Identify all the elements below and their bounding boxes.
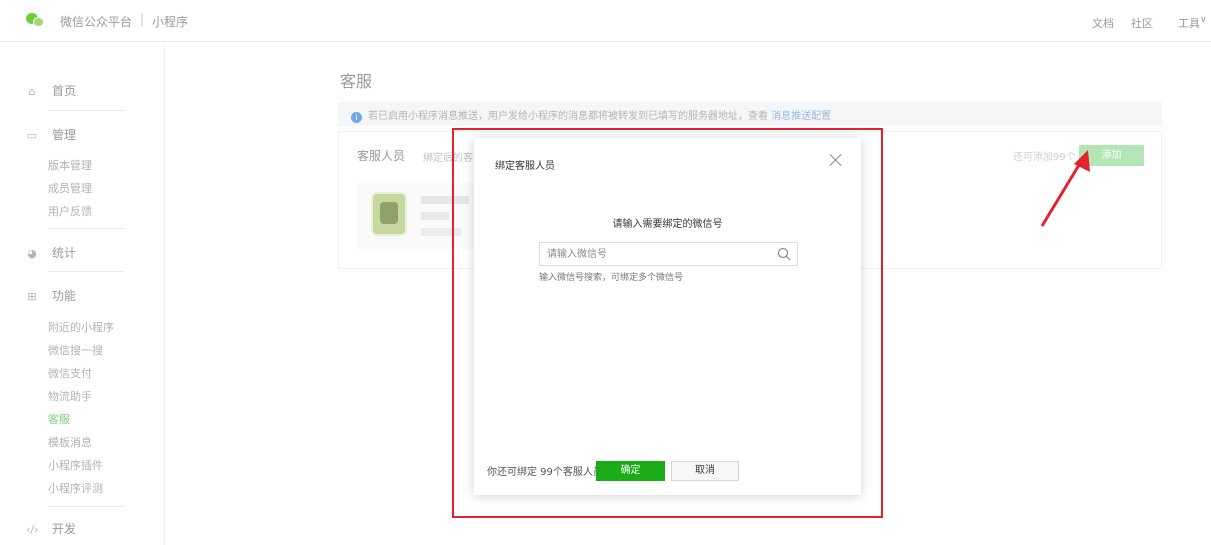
sidebar-item-plugins[interactable]: 小程序插件 bbox=[48, 457, 103, 473]
community-link[interactable]: 社区 bbox=[1131, 15, 1153, 31]
notice-bar: i 若已启用小程序消息推送，用户发给小程序的消息都将被转发到已填写的服务器地址，查… bbox=[338, 102, 1162, 126]
sidebar-item-manage[interactable]: ▭ 管理 bbox=[26, 126, 76, 143]
sidebar-item-logistics[interactable]: 物流助手 bbox=[48, 388, 92, 404]
push-config-link[interactable]: 消息推送配置 bbox=[771, 111, 831, 122]
product-name: 小程序 bbox=[152, 15, 189, 29]
home-icon: ⌂ bbox=[28, 85, 36, 98]
search-icon[interactable] bbox=[777, 247, 791, 261]
confirm-button[interactable]: 确定 bbox=[596, 461, 665, 481]
sidebar-item-feedback[interactable]: 用户反馈 bbox=[48, 203, 92, 219]
bind-service-dialog: 绑定客服人员 请输入需要绑定的微信号 输入微信号搜索，可绑定多个微信号 你还可绑… bbox=[474, 138, 861, 495]
wechat-id-search bbox=[539, 242, 798, 266]
sidebar-item-search[interactable]: 微信搜一搜 bbox=[48, 342, 103, 358]
sidebar-item-home[interactable]: ⌂ 首页 bbox=[26, 82, 77, 99]
divider bbox=[48, 271, 124, 272]
sidebar-item-dev[interactable]: ‹/› 开发 bbox=[26, 520, 76, 537]
grid-icon: ⊞ bbox=[27, 290, 37, 303]
chevron-down-icon[interactable]: ∨ bbox=[1200, 15, 1207, 25]
cancel-button[interactable]: 取消 bbox=[671, 461, 739, 481]
tools-menu[interactable]: 工具 bbox=[1178, 15, 1200, 31]
sidebar-item-stats[interactable]: ◕ 统计 bbox=[26, 244, 76, 261]
notice-text: 若已启用小程序消息推送，用户发给小程序的消息都将被转发到已填写的服务器地址，查看 bbox=[368, 111, 768, 122]
info-icon: i bbox=[351, 112, 362, 123]
brand-title[interactable]: 微信公众平台 bbox=[60, 13, 132, 30]
sidebar-item-version[interactable]: 版本管理 bbox=[48, 157, 92, 173]
close-icon[interactable] bbox=[828, 152, 844, 168]
page-title: 客服 bbox=[340, 72, 373, 91]
brand-separator: | bbox=[140, 12, 145, 26]
pie-chart-icon: ◕ bbox=[27, 247, 37, 260]
divider bbox=[48, 228, 124, 229]
wechat-id-input[interactable] bbox=[540, 243, 768, 265]
sidebar-item-template-msg[interactable]: 模板消息 bbox=[48, 434, 92, 450]
dialog-prompt: 请输入需要绑定的微信号 bbox=[612, 219, 723, 230]
wechat-logo-icon bbox=[26, 11, 44, 29]
sidebar-item-members[interactable]: 成员管理 bbox=[48, 180, 92, 196]
divider bbox=[48, 506, 124, 507]
code-icon: ‹/› bbox=[26, 523, 39, 536]
section-title: 客服人员 bbox=[357, 149, 406, 163]
sidebar-item-features[interactable]: ⊞ 功能 bbox=[26, 287, 76, 304]
sidebar-item-pay[interactable]: 微信支付 bbox=[48, 365, 92, 381]
sidebar-item-customer-service[interactable]: 客服 bbox=[48, 411, 70, 427]
annotation-arrow-icon bbox=[1040, 150, 1090, 227]
sidebar-item-review[interactable]: 小程序评测 bbox=[48, 480, 103, 496]
search-hint: 输入微信号搜索，可绑定多个微信号 bbox=[539, 273, 684, 283]
dialog-title: 绑定客服人员 bbox=[495, 161, 555, 172]
monitor-icon: ▭ bbox=[26, 129, 38, 142]
avatar bbox=[371, 192, 407, 236]
docs-link[interactable]: 文档 bbox=[1092, 15, 1114, 31]
blurred-text bbox=[421, 212, 449, 220]
sidebar-item-nearby[interactable]: 附近的小程序 bbox=[48, 319, 114, 335]
remaining-bind-count: 你还可绑定 99个客服人员 bbox=[487, 467, 603, 478]
top-bar: 微信公众平台 | 小程序 文档 社区 工具 ∨ bbox=[0, 0, 1211, 42]
divider bbox=[48, 110, 124, 111]
